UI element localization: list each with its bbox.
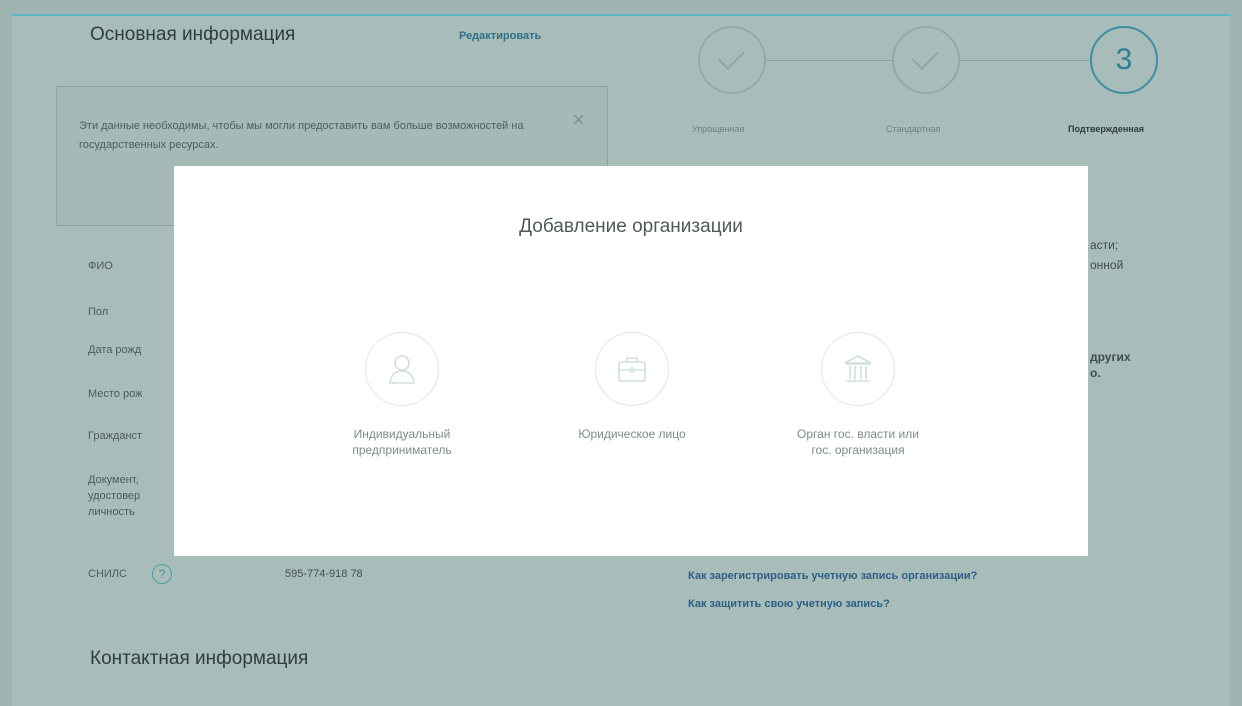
field-label-birth-place: Место рож [88,388,143,400]
field-label-document-3: личность [88,506,135,518]
field-label-gender: Пол [88,306,109,318]
side-text-fragment: других [1090,350,1131,364]
contact-section-title: Контактная информация [90,648,309,669]
option-label: Орган гос. власти или гос. организация [797,427,919,457]
step-label-standard: Стандартная [886,124,941,134]
side-text-fragment: асти; [1090,238,1119,252]
step-connector [766,60,892,61]
check-icon [717,43,745,70]
check-icon [911,43,939,70]
edit-link[interactable]: Редактировать [459,30,541,42]
section-title: Основная информация [90,24,296,45]
snils-value: 595-774-918 78 [285,568,363,580]
field-label-document-2: удостовер [88,490,141,502]
snils-label: СНИЛС [88,568,127,580]
step-1-circle [698,26,766,94]
option-label: Юридическое лицо [578,427,686,441]
step-label-confirmed: Подтвержденная [1068,124,1144,134]
help-icon[interactable]: ? [152,564,172,584]
field-label-fio: ФИО [88,260,113,272]
close-icon[interactable]: × [572,107,585,133]
briefcase-icon [595,332,669,406]
field-label-birth-date: Дата рожд [88,344,142,356]
option-label: Индивидуальный предприниматель [352,427,452,457]
option-government-organization[interactable]: Орган гос. власти или гос. организация [758,332,958,458]
government-building-icon [821,332,895,406]
side-text-fragment: онной [1090,258,1124,272]
step-label-simplified: Упрощенная [692,124,745,134]
add-organization-modal: Добавление организации Индивидуальный пр… [174,166,1088,556]
side-text-fragment: о. [1090,366,1101,380]
notice-text: Эти данные необходимы, чтобы мы могли пр… [79,120,524,151]
option-legal-entity[interactable]: Юридическое лицо [532,332,732,442]
modal-title: Добавление организации [519,216,743,237]
field-label-document-1: Документ, [88,474,139,486]
person-icon [365,332,439,406]
step-2-circle [892,26,960,94]
help-link-protect-account[interactable]: Как защитить свою учетную запись? [688,598,890,610]
step-3-circle: 3 [1090,26,1158,94]
step-connector [960,60,1090,61]
option-individual-entrepreneur[interactable]: Индивидуальный предприниматель [302,332,502,458]
help-link-register-org[interactable]: Как зарегистрировать учетную запись орга… [688,570,977,582]
step-3-number: 3 [1115,43,1133,76]
field-label-citizenship: Гражданст [88,430,143,442]
